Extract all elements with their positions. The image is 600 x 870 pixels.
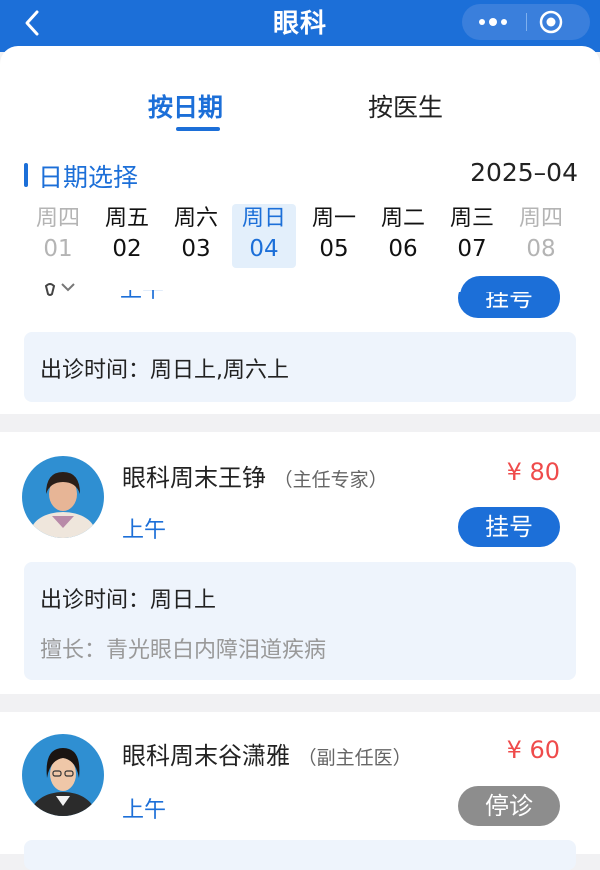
day-number: 06 [388,236,418,262]
specialty-text: 擅长：青光眼白内障泪道疾病 [40,638,327,663]
day-weekday: 周三 [449,206,494,231]
doctor-avatar [22,456,104,538]
day-number: 07 [457,236,487,262]
day-item[interactable]: 周五 02 [95,204,159,268]
doctor-name: 眼科周末谷潇雅 （副主任医） [122,736,412,771]
doctor-avatar [22,734,104,816]
schedule-text: 出诊时间：周日上,周六上 [40,358,289,383]
day-number: 01 [43,236,73,262]
day-weekday: 周四 [35,206,80,231]
active-tab-indicator [176,127,220,131]
day-item[interactable]: 周二 06 [371,204,435,268]
day-item[interactable]: 周四 01 [26,204,90,268]
session-label: 上午 [122,518,167,543]
day-weekday: 周一 [311,206,356,231]
day-item[interactable]: 周六 03 [164,204,228,268]
day-item-selected[interactable]: 周日 04 [232,204,296,268]
tab-by-date[interactable]: 按日期 [148,88,223,124]
doctor-photo [22,734,104,816]
schedule-text: 出诊时间：周日上 [40,588,217,613]
partial-register-button[interactable]: 挂号 [458,292,560,318]
navigation-bar: 眼科 [0,0,600,52]
doctor-name: 眼科周末王铮 （主任专家） [122,458,388,493]
day-number: 03 [181,236,211,262]
doctor-price: ¥ 80 [506,458,560,486]
filter-panel: 按日期 按医生 日期选择 2025–04 周四 01 周五 02 周六 03 周日 04… [0,46,600,292]
date-section-title: 日期选择 [38,163,139,192]
partial-session-clip: 上午 [120,290,180,302]
doctor-info-box [24,840,576,870]
doctor-info-box: 出诊时间：周日上 擅长：青光眼白内障泪道疾病 [24,562,576,680]
schedule-info-box: 出诊时间：周日上,周六上 [24,332,576,402]
day-weekday: 周日 [241,206,286,231]
register-button[interactable]: 挂号 [458,507,560,547]
suspended-button[interactable]: 停诊 [458,786,560,826]
day-number: 08 [526,236,556,262]
doctor-title: （副主任医） [297,747,412,769]
doctor-card[interactable]: 眼科周末谷潇雅 （副主任医） ¥ 60 上午 停诊 [0,712,600,870]
avatar [44,283,75,296]
current-month[interactable]: 2025–04 [470,158,578,187]
day-weekday: 周四 [518,206,563,231]
section-marker [24,163,28,187]
doctor-card[interactable]: 眼科周末王铮 （主任专家） ¥ 80 上午 挂号 出诊时间：周日上 擅长：青光眼… [0,432,600,694]
doctor-title: （主任专家） [273,469,388,491]
day-item[interactable]: 周四 08 [509,204,573,268]
day-weekday: 周六 [173,206,218,231]
doctor-photo [22,456,104,538]
session-label: 上午 [122,798,167,823]
day-weekday: 周二 [380,206,425,231]
tab-by-doctor[interactable]: 按医生 [368,88,443,124]
partial-button-clip: 挂号 [458,292,560,318]
doctor-name-text: 眼科周末王铮 [122,464,266,492]
day-weekday: 周五 [104,206,149,231]
day-number: 02 [112,236,142,262]
more-dots-icon[interactable] [476,11,510,33]
day-item[interactable]: 周三 07 [440,204,504,268]
close-target-icon[interactable] [538,9,564,35]
day-number: 05 [319,236,349,262]
partial-session-label: 上午 [120,290,164,302]
day-item[interactable]: 周一 05 [302,204,366,268]
capsule-divider [526,13,527,31]
doctor-price: ¥ 60 [506,736,560,764]
doctor-name-text: 眼科周末谷潇雅 [122,742,290,770]
miniapp-capsule [462,4,590,40]
day-number: 04 [249,236,279,262]
